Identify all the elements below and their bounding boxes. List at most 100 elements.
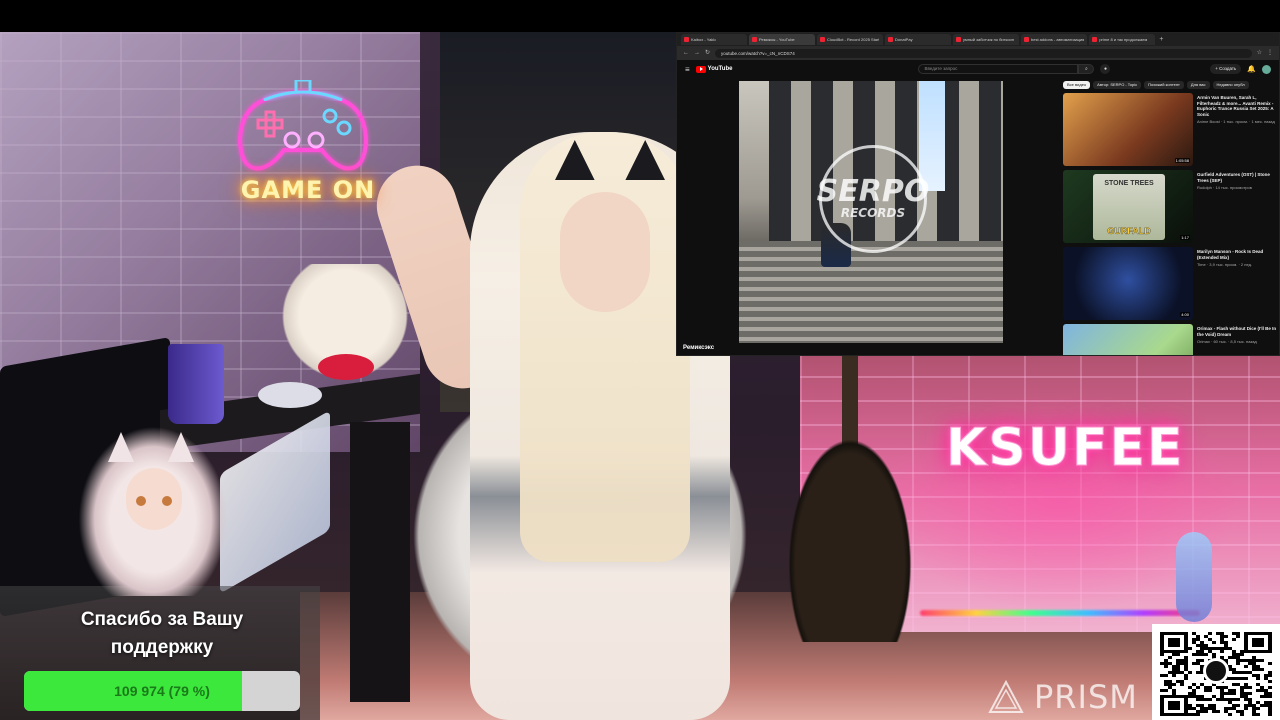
tab-favicon-icon bbox=[1092, 37, 1098, 42]
chip[interactable]: Недавно опубл bbox=[1212, 81, 1249, 89]
donation-progress-bar: 109 974 (79 %) bbox=[24, 671, 300, 711]
streamer-face bbox=[560, 192, 650, 312]
youtube-logo-text: YouTube bbox=[707, 66, 733, 72]
anime-cat-avatar bbox=[78, 426, 228, 596]
browser-tab-active[interactable]: Ремиксы - YouTube bbox=[749, 34, 815, 45]
video-subtitle: Time · 3,9 тыс. просм. · 2 нед. bbox=[1197, 262, 1253, 267]
avatar-eye bbox=[162, 496, 172, 506]
related-video-item[interactable]: 4:00 Marilyn Manson - Rock Is Dead (Exte… bbox=[1063, 247, 1279, 322]
youtube-play-icon bbox=[695, 65, 706, 73]
tab-label: Ремиксы - YouTube bbox=[759, 37, 795, 42]
letterbox-top bbox=[0, 0, 1280, 32]
browser-tab[interactable]: Kaibox - Yaklo bbox=[681, 34, 747, 45]
browser-tab[interactable]: prime 8 и так продолжаем bbox=[1089, 34, 1156, 45]
browser-tab[interactable]: CloudBot - Record 2025 Start bbox=[817, 34, 883, 45]
cat-ear-icon bbox=[168, 432, 194, 462]
browser-tab[interactable]: best addons - автоматизация bbox=[1021, 34, 1088, 45]
video-title[interactable]: Gurfield Adventures (OST) | Stone Trees … bbox=[1197, 172, 1279, 183]
gamepad-neon-icon bbox=[237, 80, 369, 171]
video-thumbnail[interactable]: 4:00 bbox=[1063, 247, 1193, 320]
browser-tab[interactable]: умный заботчик по биткоин bbox=[953, 34, 1019, 45]
bell-icon[interactable]: 🔔 bbox=[1247, 65, 1256, 73]
cat-ear-icon bbox=[108, 432, 134, 462]
create-button[interactable]: + Создать bbox=[1210, 64, 1242, 74]
search-input[interactable]: Введите запрос bbox=[918, 64, 1079, 74]
tab-favicon-icon bbox=[820, 37, 825, 42]
youtube-favicon-icon bbox=[752, 37, 757, 42]
account-avatar[interactable] bbox=[1262, 64, 1271, 74]
reload-icon[interactable]: ↻ bbox=[705, 48, 710, 58]
prism-watermark-text: PRISM bbox=[1034, 678, 1138, 716]
serpo-records-watermark: SERPO RECORDS bbox=[817, 145, 929, 253]
back-icon[interactable]: ← bbox=[683, 48, 689, 58]
thumbnail-text: GURFALD bbox=[1107, 226, 1151, 236]
video-subtitle: Anime Boost · 1 тыс. просм. · 1 мес. наз… bbox=[1197, 119, 1275, 124]
tab-favicon-icon bbox=[888, 37, 893, 42]
hamburger-menu-icon[interactable]: ≡ bbox=[685, 65, 690, 74]
lamp bbox=[1176, 532, 1212, 622]
new-tab-button[interactable]: + bbox=[1159, 34, 1163, 45]
related-video-item[interactable]: 1:05:58 Armin Van Buuren, Sarah L, Filte… bbox=[1063, 93, 1279, 168]
filter-chips: Все видео Автор: SERPO - Topic Похожий к… bbox=[1063, 81, 1249, 89]
tab-strip: Kaibox - Yaklo Ремиксы - YouTube CloudBo… bbox=[677, 33, 1279, 46]
video-thumbnail[interactable]: STONE TREES GURFALD 1:17 bbox=[1063, 170, 1193, 243]
tab-favicon-icon bbox=[956, 37, 961, 42]
donation-thanks-line1: Спасибо за Вашу bbox=[80, 609, 244, 630]
prism-watermark: PRISM bbox=[988, 678, 1138, 716]
microphone-icon[interactable]: ● bbox=[1100, 64, 1111, 74]
tab-label: умный заботчик по биткоин bbox=[963, 37, 1014, 42]
thumbnail-text: STONE TREES bbox=[1104, 180, 1154, 187]
video-subtitle: Orimax · 60 тыс. · 8,5 тыс. назад bbox=[1197, 339, 1257, 344]
qr-module bbox=[1268, 713, 1272, 716]
video-title[interactable]: Armin Van Buuren, Sarah L, Filterheadz &… bbox=[1197, 95, 1279, 117]
neon-game-on-sign: GAME ON bbox=[240, 176, 376, 204]
search-icon[interactable]: ⌕ bbox=[1078, 64, 1095, 74]
related-video-item[interactable]: STONE TREES GURFALD 1:17 Gurfield Advent… bbox=[1063, 170, 1279, 245]
video-thumbnail[interactable] bbox=[1063, 324, 1193, 355]
video-duration: 1:17 bbox=[1180, 235, 1190, 240]
tab-favicon-icon bbox=[1024, 37, 1029, 42]
cup bbox=[168, 344, 224, 424]
video-meta: Orimax - Flash without Dice (I'll Be In … bbox=[1197, 324, 1279, 355]
video-subtitle: Rudolph · 14 тыс. просмотров bbox=[1197, 185, 1252, 190]
avatar-eye bbox=[136, 496, 146, 506]
video-duration: 4:00 bbox=[1180, 312, 1190, 317]
browser-tab[interactable]: DonatPay bbox=[885, 34, 951, 45]
forward-icon[interactable]: → bbox=[694, 48, 700, 58]
tab-label: DonatPay bbox=[895, 37, 913, 42]
teddy-heart bbox=[318, 354, 374, 380]
donation-progress-label: 109 974 (79 %) bbox=[114, 683, 210, 699]
url-input[interactable]: youtube.com/watch?v=_cN_nCDS74 bbox=[715, 48, 1252, 58]
channel-name[interactable]: Ремиксэкс bbox=[683, 345, 714, 351]
video-player[interactable]: SERPO RECORDS bbox=[739, 81, 1003, 343]
youtube-logo[interactable]: YouTube bbox=[695, 65, 733, 73]
prism-logo-icon bbox=[988, 680, 1024, 713]
guitar bbox=[780, 422, 920, 642]
tab-label: CloudBot - Record 2025 Start bbox=[827, 37, 880, 42]
chip[interactable]: Для вас bbox=[1186, 81, 1210, 89]
chip[interactable]: Все видео bbox=[1063, 81, 1091, 89]
video-meta: Gurfield Adventures (OST) | Stone Trees … bbox=[1197, 170, 1279, 245]
video-duration: 1:05:58 bbox=[1174, 158, 1190, 163]
chip[interactable]: Похожий контент bbox=[1144, 81, 1184, 89]
tab-label: Kaibox - Yaklo bbox=[691, 37, 717, 42]
tab-favicon-icon bbox=[684, 37, 689, 42]
chip[interactable]: Автор: SERPO - Topic bbox=[1093, 81, 1142, 89]
serpo-sub-text: RECORDS bbox=[840, 206, 906, 220]
related-videos: 1:05:58 Armin Van Buuren, Sarah L, Filte… bbox=[1063, 93, 1279, 355]
browser-menu-icon[interactable]: ⋮ bbox=[1267, 48, 1273, 58]
led-strip bbox=[920, 610, 1200, 616]
video-thumbnail[interactable]: 1:05:58 bbox=[1063, 93, 1193, 166]
tab-label: best addons - автоматизация bbox=[1031, 37, 1085, 42]
video-title[interactable]: Orimax - Flash without Dice (I'll Be In … bbox=[1197, 326, 1279, 337]
related-video-item[interactable]: Orimax - Flash without Dice (I'll Be In … bbox=[1063, 324, 1279, 355]
tab-label: prime 8 и так продолжаем bbox=[1099, 37, 1148, 42]
video-meta: Armin Van Buuren, Sarah L, Filterheadz &… bbox=[1197, 93, 1279, 168]
star-icon[interactable]: ☆ bbox=[1257, 48, 1262, 58]
browser-window[interactable]: Kaibox - Yaklo Ремиксы - YouTube CloudBo… bbox=[676, 32, 1280, 356]
qr-center-logo-icon bbox=[1203, 658, 1229, 684]
video-title[interactable]: Marilyn Manson - Rock Is Dead (Extended … bbox=[1197, 249, 1279, 260]
address-bar: ← → ↻ youtube.com/watch?v=_cN_nCDS74 ☆ ⋮ bbox=[677, 46, 1279, 60]
donation-thanks-text: Спасибо за Вашу поддержку bbox=[0, 606, 324, 662]
avatar-face bbox=[126, 468, 182, 530]
